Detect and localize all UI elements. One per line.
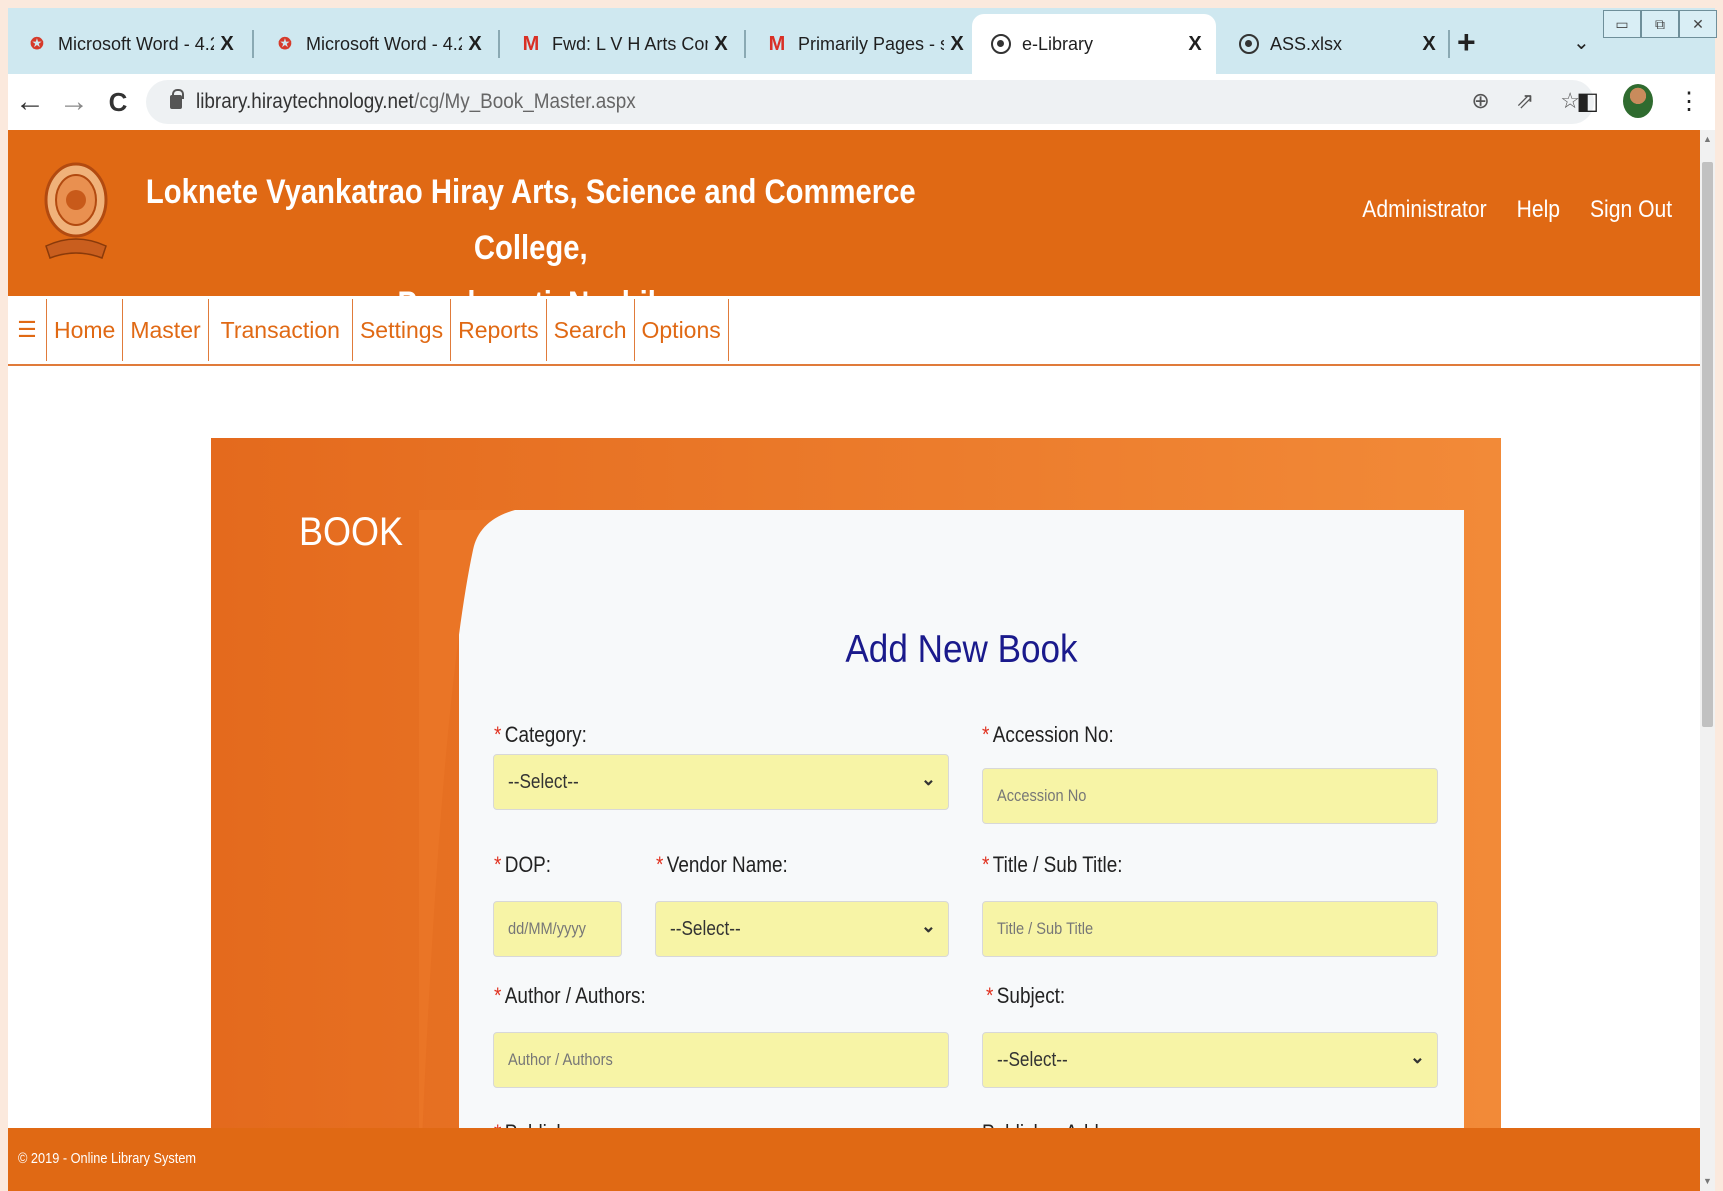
copyright-text: © 2019 - Online Library System [18,1150,197,1167]
dop-label: * DOP: [494,852,552,877]
browser-tab[interactable]: M Fwd: L V H Arts Comm & X [502,14,742,74]
gmail-icon: M [768,32,786,55]
reload-icon[interactable]: C [96,87,140,118]
card-curve-decoration [419,510,515,1191]
close-tab-icon[interactable]: X [214,33,240,56]
tab-title: ASS.xlsx [1270,33,1343,54]
panel-title: BOOK [299,510,404,554]
side-panel-icon[interactable]: ◧ [1576,87,1599,116]
new-tab-button[interactable]: + [1457,24,1476,61]
scrollbar-thumb[interactable] [1702,162,1713,727]
close-tab-icon[interactable]: X [1416,33,1442,56]
tab-title: Primarily Pages - sp.vya [798,33,944,54]
site-footer: © 2019 - Online Library System [8,1128,1700,1191]
tab-title: Fwd: L V H Arts Comm & [552,33,708,54]
restore-icon[interactable]: ⧉ [1641,10,1679,38]
lock-icon [170,89,184,109]
word-pdf-icon: ✪ [30,36,44,53]
url-domain: library.hiraytechnology.net [196,90,414,113]
browser-tab[interactable]: ASS.xlsx X [1220,14,1450,74]
browser-tab[interactable]: ✪ Microsoft Word - 4.2.1 L X [8,14,248,74]
dop-date-input[interactable]: dd/MM/yyyy [493,901,622,957]
forward-arrow-icon[interactable]: → [52,85,96,119]
tab-search-chevron-icon[interactable]: ⌄ [1573,30,1590,55]
window-controls: ▭ ⧉ ✕ [1603,10,1717,38]
globe-icon [991,34,1011,54]
title-subtitle-input[interactable]: Title / Sub Title [982,901,1438,957]
menu-item-search[interactable]: Search [545,299,634,361]
chevron-down-icon: ⌄ [1409,1047,1425,1067]
book-panel: BOOK Add New Book * Category: --Select-- … [211,438,1501,1191]
browser-tab-active[interactable]: e-Library X [972,14,1216,74]
scroll-up-arrow-icon[interactable]: ▲ [1703,134,1712,144]
title-subtitle-label: * Title / Sub Title: [982,852,1123,877]
browser-tab[interactable]: M Primarily Pages - sp.vya X [748,14,978,74]
menu-item-options[interactable]: Options [633,299,729,361]
accession-no-input[interactable]: Accession No [982,768,1438,824]
menu-item-transaction[interactable]: Transaction [207,299,352,361]
tab-separator [744,30,746,58]
sign-out-link[interactable]: Sign Out [1590,196,1672,224]
globe-icon [1239,34,1259,54]
browser-tab-strip: ✪ Microsoft Word - 4.2.1 L X ✪ Microsoft… [8,8,1717,74]
author-input[interactable]: Author / Authors [493,1032,949,1088]
subject-label: * Subject: [986,983,1066,1008]
category-select[interactable]: --Select-- ⌄ [493,754,949,810]
site-header: Loknete Vyankatrao Hiray Arts, Science a… [8,130,1700,323]
tab-title: e-Library [1022,33,1094,54]
page-scrollbar[interactable]: ▲ ▼ [1700,130,1715,1191]
web-page: Loknete Vyankatrao Hiray Arts, Science a… [8,130,1700,1191]
share-icon[interactable]: ⇗ [1516,88,1534,114]
tab-separator [252,30,254,58]
close-tab-icon[interactable]: X [944,33,970,56]
tab-separator [1448,30,1450,58]
close-window-icon[interactable]: ✕ [1679,10,1717,38]
vendor-name-label: * Vendor Name: [656,852,788,877]
menu-item-master[interactable]: Master [122,299,207,361]
address-bar[interactable]: library.hiraytechnology.net/cg/My_Book_M… [146,80,1594,124]
accession-no-label: * Accession No: [982,722,1114,747]
menu-item-home[interactable]: Home [46,299,122,361]
form-title: Add New Book [845,628,1078,671]
author-label: * Author / Authors: [494,983,646,1008]
close-tab-icon[interactable]: X [1182,33,1208,56]
url-path: /cg/My_Book_Master.aspx [414,90,636,113]
browser-menu-icon[interactable]: ⋮ [1677,87,1701,116]
category-label: * Category: [494,722,587,747]
minimize-icon[interactable]: ▭ [1603,10,1641,38]
scroll-down-arrow-icon[interactable]: ▼ [1703,1176,1712,1186]
vendor-name-select[interactable]: --Select-- ⌄ [655,901,949,957]
header-links: Administrator Help Sign Out [1362,196,1672,224]
zoom-icon[interactable]: ⊕ [1471,88,1489,114]
college-logo [44,162,108,259]
hamburger-menu-icon[interactable]: ☰ [8,317,46,343]
main-menu: ☰ Home Master Transaction Settings Repor… [8,296,1700,366]
chevron-down-icon: ⌄ [920,916,936,936]
menu-item-settings[interactable]: Settings [351,299,450,361]
word-pdf-icon: ✪ [278,36,292,53]
chevron-down-icon: ⌄ [920,769,936,789]
gmail-icon: M [522,32,540,55]
tab-title: Microsoft Word - 4.2.1 L [58,33,214,54]
tab-separator [498,30,500,58]
administrator-link[interactable]: Administrator [1362,196,1486,224]
help-link[interactable]: Help [1516,196,1559,224]
subject-select[interactable]: --Select-- ⌄ [982,1032,1438,1088]
college-name-line1: Loknete Vyankatrao Hiray Arts, Science a… [145,173,916,267]
close-tab-icon[interactable]: X [708,33,734,56]
menu-item-reports[interactable]: Reports [450,299,546,361]
close-tab-icon[interactable]: X [462,33,488,56]
profile-avatar[interactable] [1623,84,1653,118]
browser-tab[interactable]: ✪ Microsoft Word - 4.2.1 L X [256,14,496,74]
tab-title: Microsoft Word - 4.2.1 L [306,33,462,54]
back-arrow-icon[interactable]: ← [8,85,52,119]
add-book-form: Add New Book * Category: --Select-- ⌄ * Ac… [419,510,1464,1191]
browser-toolbar: ← → C library.hiraytechnology.net/cg/My_… [8,74,1715,130]
